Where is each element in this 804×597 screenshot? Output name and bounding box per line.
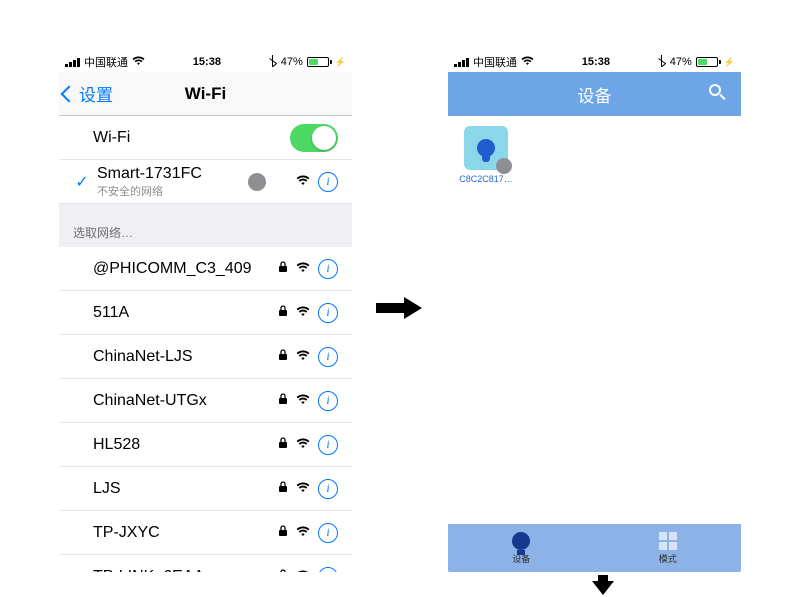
- app-title: 设备: [578, 82, 612, 107]
- nav-bar: 设置 Wi-Fi: [59, 72, 352, 116]
- lock-icon: [278, 569, 288, 572]
- network-row[interactable]: TP-LINK_6EAA i: [59, 555, 352, 572]
- settings-scroll[interactable]: Wi-Fi ✓ Smart-1731FC 不安全的网络 i 选取网络… @PHI…: [59, 116, 352, 572]
- networks-section-header: 选取网络…: [59, 204, 352, 247]
- grid-icon: [659, 532, 677, 550]
- info-icon[interactable]: i: [318, 435, 338, 455]
- info-icon[interactable]: i: [318, 303, 338, 323]
- carrier-label: 中国联通: [473, 54, 517, 70]
- lock-icon: [278, 349, 288, 364]
- battery-icon: ⚡: [696, 57, 735, 68]
- device-app-screen: 中国联通 15:38 47% ⚡ 设备 C8C2C817…: [448, 52, 741, 572]
- network-row[interactable]: HL528 i: [59, 423, 352, 467]
- info-icon[interactable]: i: [318, 391, 338, 411]
- wifi-strength-icon: [296, 261, 310, 276]
- wifi-status-icon: [521, 56, 534, 69]
- info-icon[interactable]: i: [318, 259, 338, 279]
- network-row[interactable]: @PHICOMM_C3_409 i: [59, 247, 352, 291]
- ssid: TP-LINK_6EAA: [93, 568, 278, 573]
- ssid: 511A: [93, 304, 278, 322]
- device-label: C8C2C817…: [458, 174, 514, 184]
- back-label: 设置: [79, 81, 113, 106]
- device-tile[interactable]: C8C2C817…: [458, 126, 514, 184]
- wifi-strength-icon: [296, 437, 310, 452]
- wifi-strength-icon: [296, 481, 310, 496]
- signal-icon: [454, 58, 469, 67]
- bulb-icon: [512, 532, 530, 550]
- tab-mode[interactable]: 模式: [595, 524, 742, 572]
- ssid: ChinaNet-LJS: [93, 348, 278, 366]
- wifi-strength-icon: [296, 393, 310, 408]
- ios-settings-screen: 中国联通 15:38 47% ⚡ 设置 Wi-Fi Wi-Fi: [59, 52, 352, 572]
- tab-device[interactable]: 设备: [448, 524, 595, 572]
- device-grid: C8C2C817…: [448, 116, 741, 524]
- bluetooth-icon: [269, 55, 277, 70]
- battery-percent: 47%: [670, 56, 692, 68]
- wifi-toggle-row[interactable]: Wi-Fi: [59, 116, 352, 160]
- status-dot-icon: [248, 173, 266, 191]
- wifi-strength-icon: [296, 305, 310, 320]
- status-bar: 中国联通 15:38 47% ⚡: [59, 52, 352, 72]
- info-icon[interactable]: i: [318, 347, 338, 367]
- app-nav-bar: 设备: [448, 72, 741, 116]
- page-title: Wi-Fi: [185, 84, 226, 104]
- info-icon[interactable]: i: [318, 172, 338, 192]
- ssid: LJS: [93, 480, 278, 498]
- wifi-strength-icon: [296, 349, 310, 364]
- search-icon[interactable]: [709, 84, 729, 104]
- lock-icon: [278, 305, 288, 320]
- network-row[interactable]: LJS i: [59, 467, 352, 511]
- wifi-toggle[interactable]: [290, 124, 338, 152]
- tab-bar: 设备 模式: [448, 524, 741, 572]
- wifi-strength-icon: [296, 525, 310, 540]
- info-icon[interactable]: i: [318, 479, 338, 499]
- connected-network-row[interactable]: ✓ Smart-1731FC 不安全的网络 i: [59, 160, 352, 204]
- battery-icon: ⚡: [307, 57, 346, 68]
- lock-icon: [278, 393, 288, 408]
- check-icon: ✓: [73, 172, 91, 192]
- bluetooth-icon: [658, 55, 666, 70]
- network-row[interactable]: ChinaNet-UTGx i: [59, 379, 352, 423]
- network-row[interactable]: ChinaNet-LJS i: [59, 335, 352, 379]
- wifi-strength-icon: [296, 174, 310, 189]
- ssid: ChinaNet-UTGx: [93, 392, 278, 410]
- tab-label: 模式: [659, 552, 677, 565]
- lock-icon: [278, 437, 288, 452]
- network-row[interactable]: TP-JXYC i: [59, 511, 352, 555]
- lock-icon: [278, 525, 288, 540]
- chevron-left-icon: [61, 85, 78, 102]
- signal-icon: [65, 58, 80, 67]
- wifi-strength-icon: [296, 569, 310, 572]
- connected-note: 不安全的网络: [97, 183, 240, 199]
- battery-percent: 47%: [281, 56, 303, 68]
- lock-icon: [278, 261, 288, 276]
- ssid: HL528: [93, 436, 278, 454]
- clock: 15:38: [582, 56, 610, 68]
- wifi-status-icon: [132, 56, 145, 69]
- network-row[interactable]: 511A i: [59, 291, 352, 335]
- ssid: @PHICOMM_C3_409: [93, 260, 278, 278]
- status-dot-icon: [496, 158, 512, 174]
- lock-icon: [278, 481, 288, 496]
- bulb-icon: [464, 126, 508, 170]
- back-button[interactable]: 设置: [63, 72, 113, 115]
- connected-ssid: Smart-1731FC: [97, 165, 240, 183]
- wifi-label: Wi-Fi: [73, 129, 290, 147]
- clock: 15:38: [193, 56, 221, 68]
- ssid: TP-JXYC: [93, 524, 278, 542]
- status-bar: 中国联通 15:38 47% ⚡: [448, 52, 741, 72]
- info-icon[interactable]: i: [318, 523, 338, 543]
- carrier-label: 中国联通: [84, 54, 128, 70]
- info-icon[interactable]: i: [318, 567, 338, 573]
